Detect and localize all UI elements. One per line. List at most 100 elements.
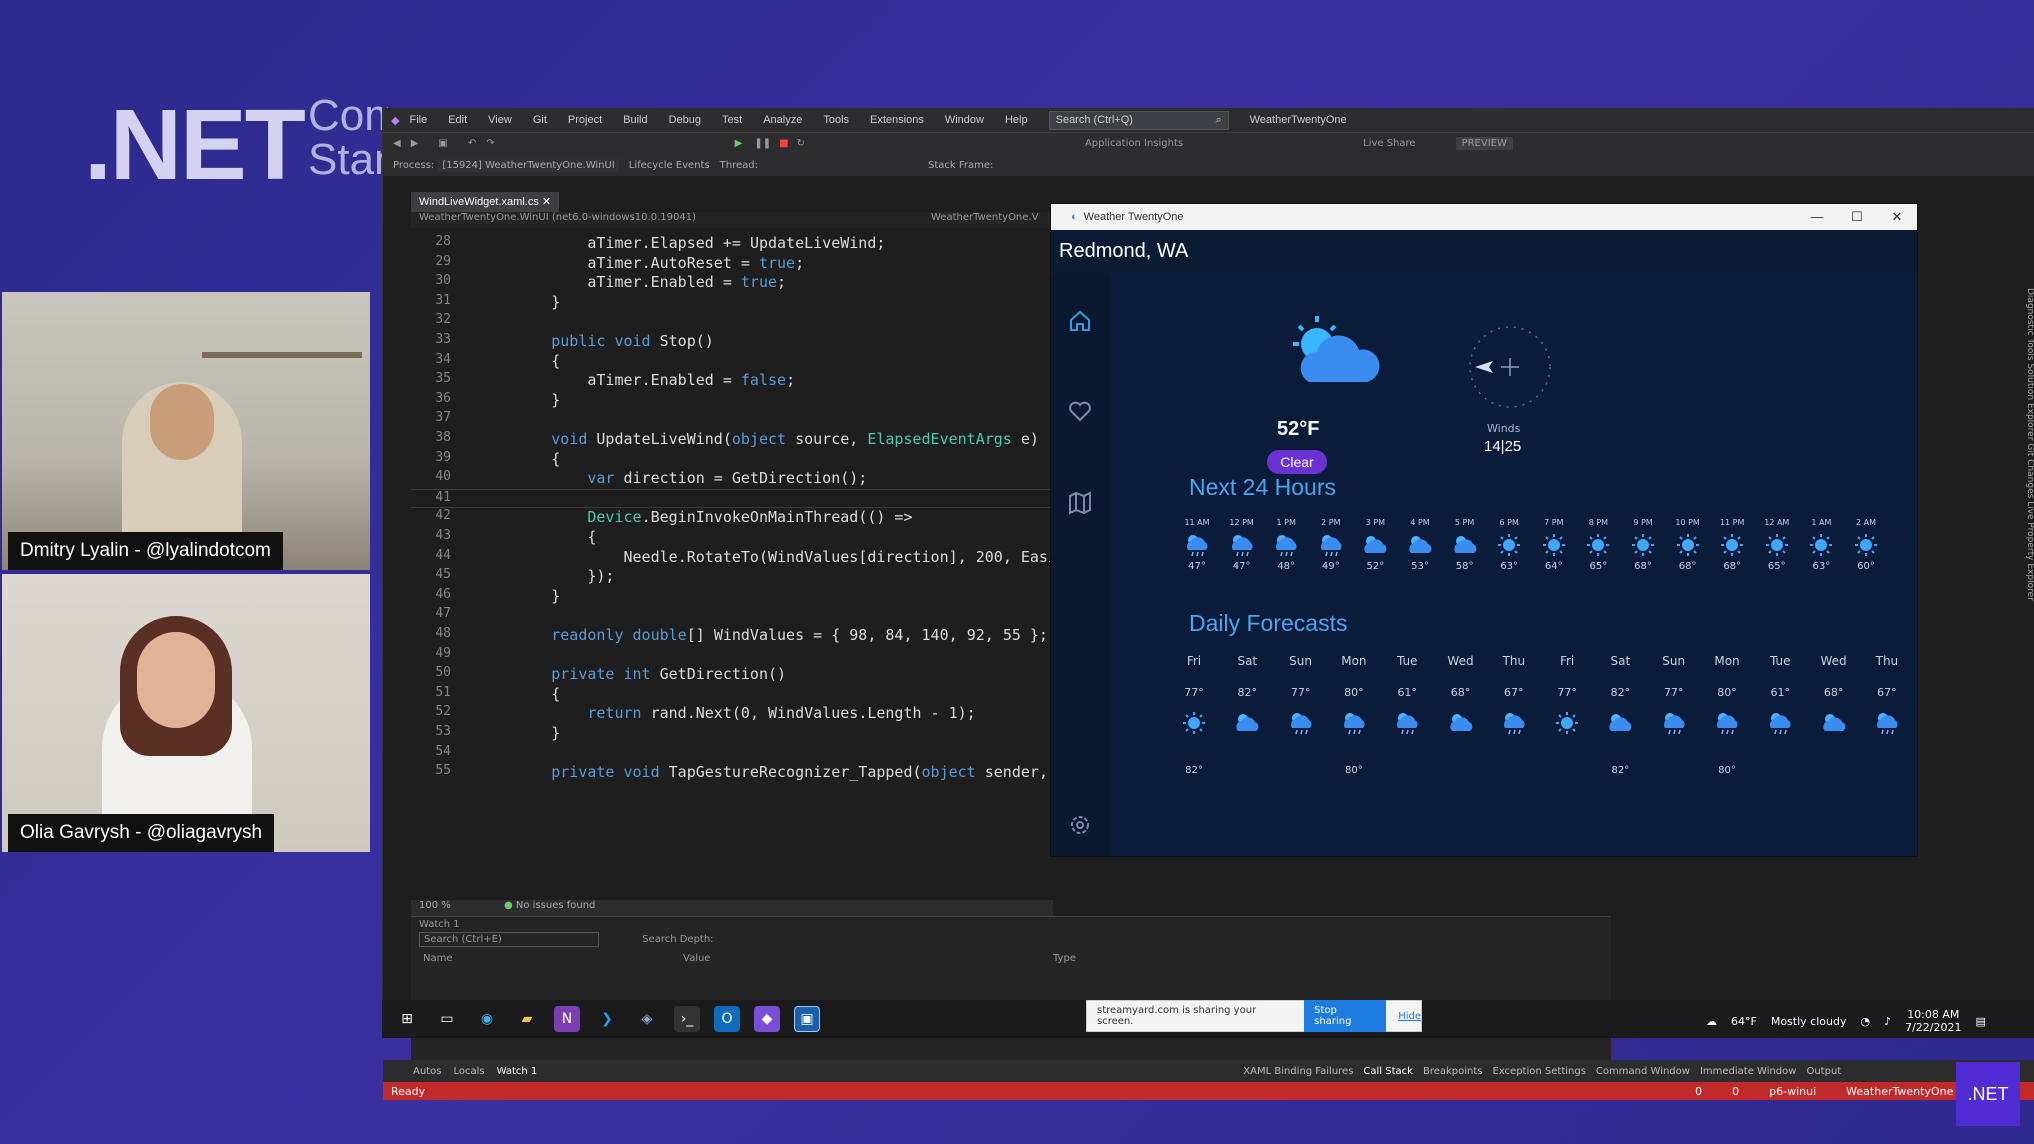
vscode-icon[interactable]: ❯: [594, 1006, 620, 1032]
wifi-icon[interactable]: ◔: [1860, 1015, 1870, 1028]
edge-icon[interactable]: ◉: [474, 1006, 500, 1032]
code-line[interactable]: 52 return rand.Next(0, WindValues.Length…: [411, 704, 1051, 724]
clock[interactable]: 10:08 AM 7/22/2021: [1905, 1008, 1961, 1034]
menu-file[interactable]: File: [409, 114, 427, 126]
redo-icon[interactable]: ↷: [486, 138, 494, 149]
condition-button[interactable]: Clear: [1267, 450, 1327, 474]
tray-condition[interactable]: Mostly cloudy: [1771, 1015, 1847, 1028]
status-branch[interactable]: p6-winui: [1769, 1085, 1816, 1098]
stop-icon[interactable]: ■: [779, 138, 788, 149]
app-icon[interactable]: ◈: [634, 1006, 660, 1032]
tray-temperature[interactable]: 64°F: [1731, 1015, 1757, 1028]
process-select[interactable]: [15924] WeatherTwentyOne.WinUI: [438, 158, 619, 172]
weather-app-taskbar-icon[interactable]: ▣: [794, 1006, 820, 1032]
side-tool-windows[interactable]: Diagnostic Tools Solution Explorer Git C…: [2009, 288, 2034, 888]
forward-icon[interactable]: ▶: [411, 138, 419, 149]
tab-output[interactable]: Output: [1806, 1066, 1841, 1077]
weather-tray-icon[interactable]: ☁: [1706, 1015, 1717, 1028]
code-line[interactable]: 33 public void Stop(): [411, 332, 1051, 352]
code-line[interactable]: 31 }: [411, 293, 1051, 313]
tab-autos[interactable]: Autos: [413, 1066, 441, 1077]
notifications-icon[interactable]: ▤: [1976, 1015, 1986, 1028]
menu-view[interactable]: View: [488, 114, 512, 126]
code-line[interactable]: 44 Needle.RotateTo(WindValues[direction]…: [411, 548, 1057, 568]
close-icon[interactable]: ✕: [1877, 204, 1917, 230]
code-line[interactable]: 40 var direction = GetDirection();: [411, 469, 1051, 489]
tab-locals[interactable]: Locals: [453, 1066, 484, 1077]
code-line[interactable]: 51 {: [411, 685, 1051, 705]
code-editor[interactable]: 28 aTimer.Elapsed += UpdateLiveWind; 29 a…: [411, 228, 1057, 900]
code-line[interactable]: 29 aTimer.AutoReset = true;: [411, 254, 1051, 274]
watch-search-input[interactable]: Search (Ctrl+E): [419, 932, 599, 947]
stop-sharing-button[interactable]: Stop sharing: [1304, 1000, 1387, 1032]
code-line[interactable]: 39 {: [411, 450, 1051, 470]
tab-exception-settings[interactable]: Exception Settings: [1493, 1066, 1586, 1077]
menu-test[interactable]: Test: [722, 114, 742, 126]
task-view-icon[interactable]: ▭: [434, 1006, 460, 1032]
menu-window[interactable]: Window: [945, 114, 984, 126]
code-line[interactable]: 35 aTimer.Enabled = false;: [411, 371, 1051, 391]
tab-call-stack[interactable]: Call Stack: [1363, 1066, 1413, 1077]
file-explorer-icon[interactable]: ▰: [514, 1006, 540, 1032]
code-line[interactable]: 32: [411, 312, 1051, 332]
menu-extensions[interactable]: Extensions: [870, 114, 924, 126]
menu-debug[interactable]: Debug: [669, 114, 701, 126]
code-line[interactable]: 49: [411, 646, 1051, 666]
app-insights-button[interactable]: Application Insights: [1085, 138, 1183, 149]
status-changes[interactable]: 0: [1732, 1085, 1739, 1098]
zoom-level[interactable]: 100 %: [419, 900, 451, 911]
menu-build[interactable]: Build: [623, 114, 647, 126]
project-dropdown[interactable]: WeatherTwentyOne.WinUI (net6.0-windows10…: [419, 212, 696, 223]
code-line[interactable]: 42 Device.BeginInvokeOnMainThread(() =>: [411, 508, 1051, 528]
code-line[interactable]: 38 void UpdateLiveWind(object source, El…: [411, 430, 1051, 450]
minimize-icon[interactable]: —: [1797, 204, 1837, 230]
class-dropdown[interactable]: WeatherTwentyOne.V: [931, 212, 1038, 223]
tab-command-window[interactable]: Command Window: [1596, 1066, 1690, 1077]
code-line[interactable]: 43 {: [411, 528, 1051, 548]
code-line[interactable]: 54: [411, 744, 1051, 764]
menu-tools[interactable]: Tools: [823, 114, 849, 126]
tab-breakpoints[interactable]: Breakpoints: [1423, 1066, 1483, 1077]
terminal-icon[interactable]: ›_: [674, 1006, 700, 1032]
maximize-icon[interactable]: ☐: [1837, 204, 1877, 230]
hide-button[interactable]: Hide: [1398, 1011, 1421, 1022]
home-icon[interactable]: [1065, 306, 1095, 336]
tab-immediate-window[interactable]: Immediate Window: [1700, 1066, 1797, 1077]
back-icon[interactable]: ◀: [393, 138, 401, 149]
code-line[interactable]: 36 }: [411, 391, 1051, 411]
continue-icon[interactable]: ▶: [735, 138, 743, 149]
code-line[interactable]: 47: [411, 606, 1051, 626]
tab-windlivewidget[interactable]: WindLiveWidget.xaml.cs ✕: [411, 192, 560, 212]
code-line[interactable]: 46 }: [411, 587, 1051, 607]
status-errors[interactable]: 0: [1695, 1085, 1702, 1098]
map-icon[interactable]: [1065, 488, 1095, 518]
code-line[interactable]: 55 private void TapGestureRecognizer_Tap…: [411, 763, 1051, 783]
start-icon[interactable]: ⊞: [394, 1006, 420, 1032]
code-line[interactable]: 50 private int GetDirection(): [411, 665, 1051, 685]
code-line[interactable]: 41: [411, 488, 1051, 509]
favorites-icon[interactable]: [1065, 396, 1095, 426]
outlook-icon[interactable]: O: [714, 1006, 740, 1032]
code-line[interactable]: 48 readonly double[] WindValues = { 98, …: [411, 626, 1051, 646]
menu-analyze[interactable]: Analyze: [763, 114, 802, 126]
onenote-icon[interactable]: N: [554, 1006, 580, 1032]
lifecycle-events-button[interactable]: Lifecycle Events: [629, 160, 710, 171]
save-icon[interactable]: ▣: [438, 138, 447, 149]
status-repo[interactable]: WeatherTwentyOne: [1846, 1085, 1953, 1098]
code-line[interactable]: 34 {: [411, 352, 1051, 372]
visual-studio-icon[interactable]: ◆: [754, 1006, 780, 1032]
code-line[interactable]: 30 aTimer.Enabled = true;: [411, 273, 1051, 293]
code-line[interactable]: 37: [411, 410, 1051, 430]
code-line[interactable]: 45 });: [411, 567, 1051, 587]
tab-xaml-binding[interactable]: XAML Binding Failures: [1243, 1066, 1353, 1077]
menu-help[interactable]: Help: [1005, 114, 1028, 126]
settings-icon[interactable]: [1065, 810, 1095, 840]
tab-watch1[interactable]: Watch 1: [497, 1066, 538, 1077]
restart-icon[interactable]: ↻: [797, 138, 805, 149]
close-icon[interactable]: ✕: [542, 196, 551, 208]
menu-git[interactable]: Git: [533, 114, 547, 126]
menu-project[interactable]: Project: [568, 114, 602, 126]
menu-edit[interactable]: Edit: [448, 114, 467, 126]
undo-icon[interactable]: ↶: [468, 138, 476, 149]
live-share-button[interactable]: Live Share: [1363, 138, 1415, 149]
